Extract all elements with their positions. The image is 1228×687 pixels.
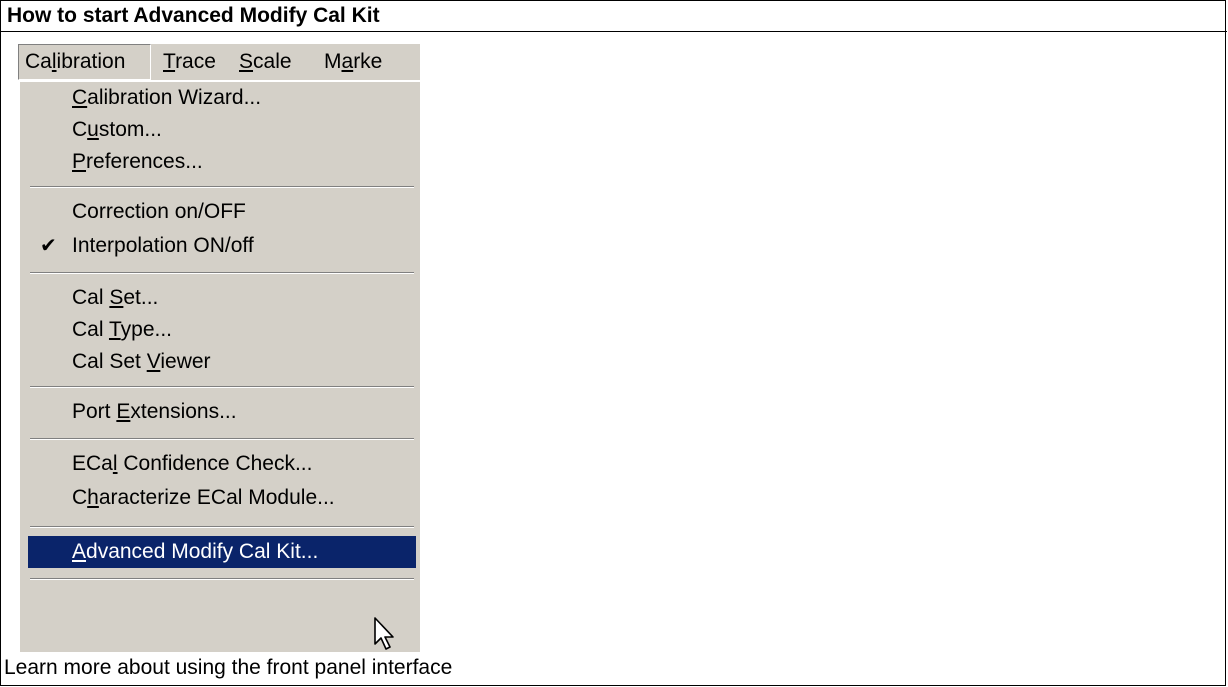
title-row: How to start Advanced Modify Cal Kit [1,1,1227,32]
learn-more-link[interactable]: Learn more about using the front panel i… [4,653,452,683]
menu-separator [30,526,414,528]
menu-item-interpolation[interactable]: ✔ Interpolation ON/off [28,230,416,262]
checkmark-icon: ✔ [40,235,57,257]
page-title: How to start Advanced Modify Cal Kit [7,4,380,27]
menu-calibration[interactable]: Calibration [18,44,151,80]
menu-label: Calibration [25,50,126,73]
menu-screenshot: Calibration Trace Scale Marke Calibratio… [18,44,420,652]
menu-label: Advanced Modify Cal Kit... [72,540,319,563]
menu-separator [30,578,414,580]
menu-label: ECal Confidence Check... [72,452,313,475]
mouse-pointer-icon [374,617,394,650]
menu-label: Interpolation ON/off [72,234,254,257]
menu-label: Cal Set Viewer [72,350,211,373]
menu-item-calibration-wizard[interactable]: Calibration Wizard... [28,82,416,114]
menu-separator [30,438,414,440]
menu-label: Port Extensions... [72,400,237,423]
menu-label: Scale [239,50,292,73]
content-table: How to start Advanced Modify Cal Kit Cal… [0,0,1227,686]
menu-item-cal-set-viewer[interactable]: Cal Set Viewer [28,346,416,378]
menu-label: Preferences... [72,150,203,173]
menu-item-port-extensions[interactable]: Port Extensions... [28,396,416,428]
menu-item-ecal-confidence-check[interactable]: ECal Confidence Check... [28,448,416,480]
menu-label: Cal Set... [72,286,159,309]
calibration-dropdown: Calibration Wizard... Custom... Preferen… [18,80,420,652]
menu-item-advanced-modify-cal-kit[interactable]: Advanced Modify Cal Kit... [28,536,416,568]
menu-separator [30,272,414,274]
menu-scale[interactable]: Scale [239,46,292,78]
menu-bar: Calibration Trace Scale Marke [18,44,420,81]
menu-item-correction[interactable]: Correction on/OFF [28,196,416,228]
menu-label: Cal Type... [72,318,173,341]
menu-item-custom[interactable]: Custom... [28,114,416,146]
menu-label: Trace [163,50,216,73]
menu-label: Marke [324,50,383,73]
menu-label: Characterize ECal Module... [72,486,335,509]
menu-label: Correction on/OFF [72,200,246,223]
menu-trace[interactable]: Trace [163,46,216,78]
menu-label: Custom... [72,118,162,141]
menu-item-preferences[interactable]: Preferences... [28,146,416,178]
menu-label: Calibration Wizard... [72,86,262,109]
menu-separator [30,186,414,188]
menu-item-characterize-ecal-module[interactable]: Characterize ECal Module... [28,482,416,514]
menu-separator [30,386,414,388]
menu-marker[interactable]: Marke [324,46,382,78]
menu-item-cal-set[interactable]: Cal Set... [28,282,416,314]
menu-item-cal-type[interactable]: Cal Type... [28,314,416,346]
